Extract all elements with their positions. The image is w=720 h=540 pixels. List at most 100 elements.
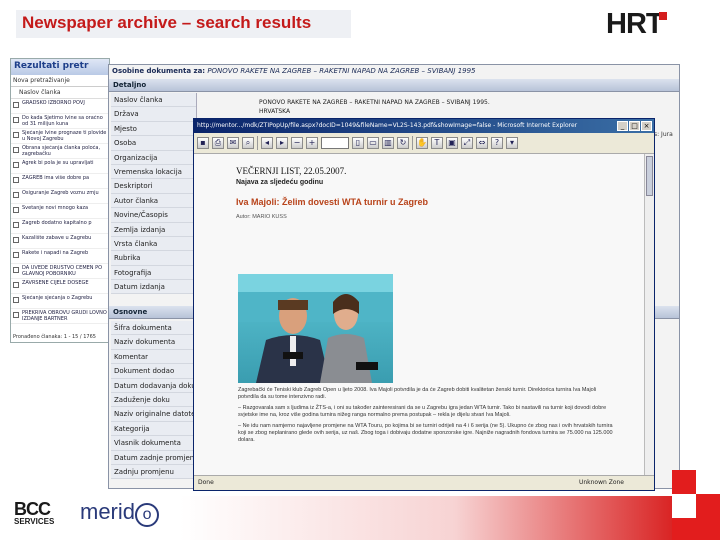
result-title[interactable]: Obrana sjećanja članka poloća, zagrebačk… — [22, 145, 107, 157]
result-title[interactable]: Zagreb dodatno kapitalno p — [22, 220, 92, 232]
result-row[interactable]: ZAGREB ima više dobre pa — [11, 174, 109, 189]
search-icon[interactable]: ⌕ — [242, 137, 254, 149]
result-row[interactable]: Obrana sjećanja članka poloća, zagrebačk… — [11, 144, 109, 159]
email-icon[interactable]: ✉ — [227, 137, 239, 149]
next-page-icon[interactable]: ▸ — [276, 137, 288, 149]
rotate-icon[interactable]: ↻ — [397, 137, 409, 149]
result-checkbox[interactable] — [13, 282, 19, 288]
field-label: Vremenska lokacija — [111, 165, 196, 180]
result-checkbox[interactable] — [13, 237, 19, 243]
zoom-out-icon[interactable]: − — [291, 137, 303, 149]
field-label: Naziv dokumenta — [111, 335, 196, 350]
minimize-icon[interactable]: _ — [617, 121, 628, 131]
select-text-icon[interactable]: T — [431, 137, 443, 149]
bcc-services-logo: BCC SERVICES — [14, 499, 55, 526]
vertical-scrollbar[interactable] — [644, 154, 654, 476]
side-note: s: Jura — [654, 131, 673, 138]
result-row[interactable]: ZAVRŠENE CIJELE DOSEGE — [11, 279, 109, 294]
field-label: Datum dodavanja doku — [111, 379, 196, 393]
results-window: Rezultati pretr Nova pretraživanje Naslo… — [10, 58, 110, 343]
result-checkbox[interactable] — [13, 207, 19, 213]
article-paragraph: – Razgovarala sam s ljudima iz ŽTS-a, i … — [238, 405, 607, 418]
result-checkbox[interactable] — [13, 297, 19, 303]
help-icon[interactable]: ? — [491, 137, 503, 149]
save-icon[interactable]: ▪ — [197, 137, 209, 149]
result-title[interactable]: Do kada Sjetimo Ivine sa oraćno od 31 mi… — [22, 115, 107, 127]
result-title[interactable]: Svetanje novi mnogo kaza — [22, 205, 88, 217]
result-title[interactable]: DA UVEDE DRUŠTVO CEMEN PO GLAVNOJ POBORN… — [22, 265, 107, 277]
dropdown-icon[interactable]: ▾ — [506, 137, 518, 149]
field-label: Datum izdanja — [111, 280, 196, 295]
security-zone: Unknown Zone — [578, 479, 624, 486]
pdf-page: VEČERNJI LIST, 22.05.2007. Najava za slj… — [194, 154, 646, 476]
field-label: Deskriptori — [111, 179, 196, 194]
previous-page-icon[interactable]: ◂ — [261, 137, 273, 149]
field-label: Datum zadnje promjene — [111, 451, 196, 465]
print-icon[interactable]: ⎙ — [212, 137, 224, 149]
result-checkbox[interactable] — [13, 192, 19, 198]
section-details-header[interactable]: Detaljno — [109, 79, 679, 92]
field-label: Osoba — [111, 136, 196, 151]
result-row[interactable]: DA UVEDE DRUŠTVO CEMEN PO GLAVNOJ POBORN… — [11, 264, 109, 279]
result-row[interactable]: Do kada Sjetimo Ivine sa oraćno od 31 mi… — [11, 114, 109, 129]
field-label: Novine/Časopis — [111, 208, 196, 223]
result-title[interactable]: Agrek bi pola je su upravljati — [22, 160, 94, 172]
results-count: Pronađeno članaka: 1 - 15 / 1765 — [13, 334, 96, 340]
result-title[interactable]: Osiguranje Zagreb voznu zmju — [22, 190, 99, 202]
result-title[interactable]: Rakete i napadi na Zagreb — [22, 250, 88, 262]
result-title[interactable]: PREKRIVA OBROVU GRUDI LOVNO IZDANJE BART… — [22, 310, 107, 322]
result-row[interactable]: Rakete i napadi na Zagreb — [11, 249, 109, 264]
result-title[interactable]: Kazalište zabave u Zagrebu — [22, 235, 91, 247]
fit-page-icon[interactable]: ⤢ — [461, 137, 473, 149]
zoom-in-icon[interactable]: + — [306, 137, 318, 149]
result-checkbox[interactable] — [13, 162, 19, 168]
result-checkbox[interactable] — [13, 117, 19, 123]
result-title[interactable]: ZAVRŠENE CIJELE DOSEGE — [22, 280, 89, 292]
result-checkbox[interactable] — [13, 312, 19, 318]
status-text: Done — [198, 479, 214, 486]
result-title[interactable]: Sjećanje sjećanja o Zagrebu — [22, 295, 92, 307]
result-row[interactable]: Svetanje novi mnogo kaza — [11, 204, 109, 219]
close-icon[interactable]: × — [641, 121, 652, 131]
value-title: PONOVO RAKETE NA ZAGREB – RAKETNI NAPAD … — [259, 99, 490, 106]
result-checkbox[interactable] — [13, 222, 19, 228]
result-row[interactable]: Sjećanje Ivine prognaze ti plovide u Nov… — [11, 129, 109, 144]
hand-tool-icon[interactable]: ✋ — [416, 137, 428, 149]
result-row[interactable]: PREKRIVA OBROVU GRUDI LOVNO IZDANJE BART… — [11, 309, 109, 324]
field-label: Fotografija — [111, 266, 196, 281]
field-label: Zemlja izdanja — [111, 223, 196, 237]
article-source: VEČERNJI LIST, 22.05.2007. — [236, 166, 347, 176]
value-country: HRVATSKA — [259, 108, 291, 115]
facing-page-icon[interactable]: ▥ — [382, 137, 394, 149]
result-row[interactable]: Sjećanje sjećanja o Zagrebu — [11, 294, 109, 309]
scrollbar-thumb[interactable] — [646, 156, 653, 196]
zoom-input[interactable] — [321, 137, 349, 149]
snapshot-icon[interactable]: ▣ — [446, 137, 458, 149]
result-row[interactable]: Agrek bi pola je su upravljati — [11, 159, 109, 174]
article-body: Zagrebački će Teniski klub Zagreb Open u… — [238, 387, 618, 448]
maximize-icon[interactable]: □ — [629, 121, 640, 131]
continuous-page-icon[interactable]: ▭ — [367, 137, 379, 149]
new-search-link[interactable]: Nova pretraživanje — [11, 75, 109, 87]
result-row[interactable]: Kazalište zabave u Zagrebu — [11, 234, 109, 249]
pdf-viewer-window: http://mentor.../mdk/ZTIPopUp/file.aspx?… — [193, 118, 655, 491]
viewer-titlebar[interactable]: http://mentor.../mdk/ZTIPopUp/file.aspx?… — [194, 119, 654, 133]
fit-width-icon[interactable]: ⇔ — [476, 137, 488, 149]
result-row[interactable]: Zagreb dodatno kapitalno p — [11, 219, 109, 234]
result-checkbox[interactable] — [13, 177, 19, 183]
result-title[interactable]: ZAGREB ima više dobre pa — [22, 175, 89, 187]
result-checkbox[interactable] — [13, 147, 19, 153]
result-row[interactable]: GRADSKO IZBORNO POVJ — [11, 99, 109, 114]
result-title[interactable]: Sjećanje Ivine prognaze ti plovide u Nov… — [22, 130, 107, 142]
single-page-icon[interactable]: ▯ — [352, 137, 364, 149]
result-row[interactable]: Osiguranje Zagreb voznu zmju — [11, 189, 109, 204]
result-checkbox[interactable] — [13, 132, 19, 138]
result-checkbox[interactable] — [13, 252, 19, 258]
decorative-square — [696, 494, 720, 518]
article-author: Autor: MARIO KUSS — [236, 214, 287, 220]
result-checkbox[interactable] — [13, 102, 19, 108]
hrt-logo: HRT — [606, 8, 667, 41]
result-title[interactable]: GRADSKO IZBORNO POVJ — [22, 100, 85, 112]
column-header-title[interactable]: Naslov članka — [11, 87, 109, 99]
result-checkbox[interactable] — [13, 267, 19, 273]
